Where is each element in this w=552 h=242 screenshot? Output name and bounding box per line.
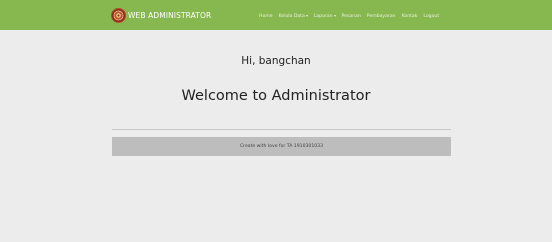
emblem-icon: [111, 7, 126, 23]
content-divider: [112, 129, 451, 130]
nav-kelola-data-label: Kelola Data: [278, 13, 305, 19]
page-title: Welcome to Administrator: [181, 88, 371, 104]
nav-kontak[interactable]: Kontak: [402, 14, 418, 19]
nav-pesanan[interactable]: Pesanan: [342, 14, 361, 19]
nav-kelola-data[interactable]: Kelola Data: [279, 14, 308, 19]
nav-laporan[interactable]: Laporan: [314, 14, 336, 19]
admin-page: WEB ADMINISTRATOR Home Kelola Data Lapor…: [0, 0, 552, 242]
navbar-brand[interactable]: WEB ADMINISTRATOR: [111, 7, 211, 23]
main-nav: Home Kelola Data Laporan Pesanan Pembaya…: [259, 12, 445, 20]
footer-bar: Create with love for TA 1910301033: [112, 137, 451, 156]
brand-title: WEB ADMINISTRATOR: [128, 10, 212, 20]
nav-logout-label: Logout: [423, 13, 440, 19]
nav-home[interactable]: Home: [259, 14, 273, 19]
nav-home-label: Home: [259, 13, 273, 19]
nav-pembayaran[interactable]: Pembayaran: [367, 14, 396, 19]
chevron-down-icon: [305, 15, 308, 17]
nav-logout[interactable]: Logout: [423, 14, 439, 19]
nav-kontak-label: Kontak: [401, 13, 418, 19]
nav-pembayaran-label: Pembayaran: [366, 13, 396, 19]
nav-pesanan-label: Pesanan: [341, 13, 361, 19]
chevron-down-icon: [333, 15, 336, 17]
nav-laporan-label: Laporan: [313, 13, 333, 19]
top-navbar: WEB ADMINISTRATOR Home Kelola Data Lapor…: [0, 0, 552, 30]
user-greeting: Hi, bangchan: [241, 55, 311, 67]
footer-text: Create with love for TA 1910301033: [239, 144, 324, 149]
